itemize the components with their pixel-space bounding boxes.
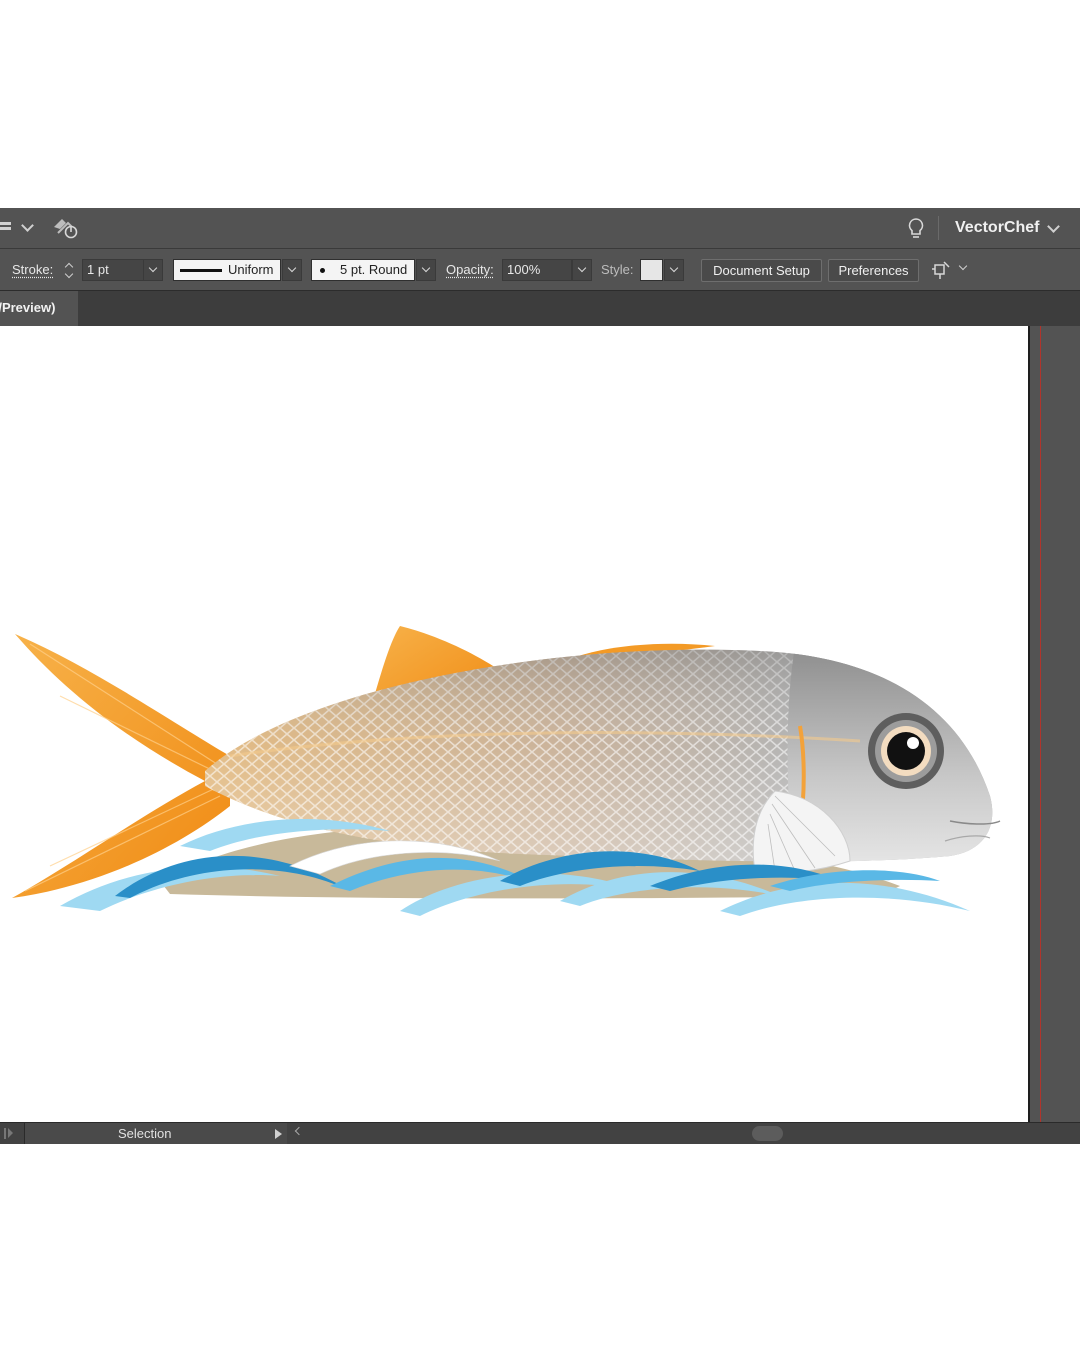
profile-label: Uniform: [228, 262, 274, 277]
stroke-line-preview: [180, 269, 222, 272]
lightbulb-icon[interactable]: [906, 217, 926, 239]
bleed-guide: [1040, 326, 1041, 1122]
status-menu-arrow-icon[interactable]: [275, 1129, 282, 1139]
variable-width-profile[interactable]: Uniform: [173, 259, 281, 281]
stroke-weight-input[interactable]: 1 pt: [82, 259, 144, 281]
tail-fin: [12, 634, 230, 898]
opacity-expand-button[interactable]: [572, 259, 592, 281]
control-bar: Stroke: 1 pt Uniform 5 pt. Round Opacity…: [0, 249, 1080, 291]
brush-dot-icon: [320, 268, 325, 273]
chevron-down-icon[interactable]: [21, 219, 34, 232]
chevron-down-icon[interactable]: [958, 261, 968, 271]
profile-dropdown[interactable]: [282, 259, 302, 281]
document-tab-bar: (/Preview): [0, 291, 1080, 326]
preferences-button[interactable]: Preferences: [828, 259, 919, 282]
document-setup-button[interactable]: Document Setup: [701, 259, 822, 282]
brush-definition[interactable]: 5 pt. Round: [311, 259, 415, 281]
first-artboard-arrow-icon[interactable]: [8, 1128, 13, 1138]
document-tab[interactable]: (/Preview): [0, 291, 78, 326]
opacity-input[interactable]: 100%: [502, 259, 572, 281]
graphic-style-swatch[interactable]: [640, 259, 663, 281]
illustrator-app: VectorChef Stroke: 1 pt Uniform 5 pt. Ro…: [0, 208, 1080, 1144]
horizontal-scrollbar-thumb[interactable]: [752, 1126, 783, 1141]
artboard[interactable]: [0, 326, 1030, 1122]
fish-illustration: [12, 626, 1001, 916]
stroke-label[interactable]: Stroke:: [12, 249, 53, 290]
application-bar: VectorChef: [0, 208, 1080, 249]
brush-label: 5 pt. Round: [340, 262, 408, 277]
first-artboard-icon[interactable]: [4, 1128, 6, 1139]
scroll-left-icon[interactable]: [294, 1126, 304, 1136]
style-dropdown[interactable]: [664, 259, 684, 281]
opacity-label[interactable]: Opacity:: [446, 249, 494, 290]
pasteboard[interactable]: [1030, 326, 1080, 1122]
stroke-weight-stepper[interactable]: [62, 259, 78, 281]
style-label: Style:: [601, 262, 634, 277]
topbar-divider: [938, 216, 939, 240]
current-tool-status: Selection: [118, 1126, 172, 1141]
brush-dropdown[interactable]: [416, 259, 436, 281]
cloud-sync-icon[interactable]: [52, 217, 80, 239]
chevron-down-icon[interactable]: [1047, 220, 1060, 233]
document-tab-label: (/Preview): [0, 300, 56, 315]
eye-pupil: [887, 732, 925, 770]
transform-icon[interactable]: [930, 259, 952, 281]
user-account-name[interactable]: VectorChef: [955, 208, 1039, 248]
workspace-grid-icon[interactable]: [0, 208, 12, 248]
stroke-weight-dropdown[interactable]: [143, 259, 163, 281]
status-bar: Selection: [0, 1122, 1080, 1144]
